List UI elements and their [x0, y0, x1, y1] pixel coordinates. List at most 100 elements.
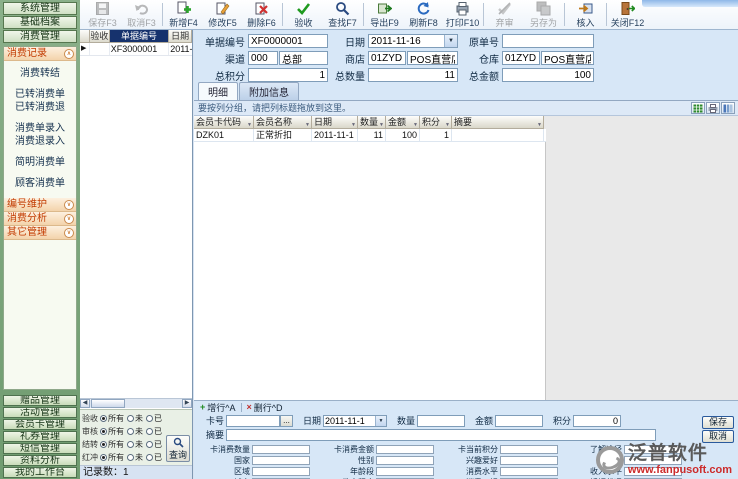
save-line-button[interactable]: 保存 — [702, 416, 734, 429]
radio-not-yet[interactable]: 未 — [127, 439, 144, 450]
print-grid-button[interactable] — [706, 102, 720, 114]
scroll-right-icon[interactable]: ▶ — [182, 399, 192, 408]
nav-item[interactable]: 消费转结 — [4, 67, 76, 80]
card-no-input[interactable] — [226, 415, 280, 427]
check-in-button[interactable]: 核入 — [566, 1, 605, 29]
refresh-button[interactable]: 刷新F8 — [404, 1, 443, 29]
tab-extra-info[interactable]: 附加信息 — [239, 82, 299, 100]
doc-no-input[interactable] — [248, 34, 328, 48]
chevron-down-icon[interactable]: ▼ — [375, 416, 386, 426]
nav-section-consume-records[interactable]: 消费记录 ∧ — [4, 47, 76, 61]
member-field-input[interactable] — [500, 467, 558, 476]
chevron-down-icon[interactable]: ▼ — [444, 35, 457, 47]
radio-done[interactable]: 已 — [146, 452, 163, 463]
radio-done[interactable]: 已 — [146, 413, 163, 424]
grid-settings-button[interactable] — [721, 102, 735, 114]
radio-done[interactable]: 已 — [146, 426, 163, 437]
date-combo[interactable]: ▼ — [368, 34, 458, 48]
member-field-input[interactable] — [500, 445, 558, 454]
delete-button[interactable]: 删除F6 — [242, 1, 281, 29]
save-as-button[interactable]: 另存为 — [524, 1, 563, 29]
delete-row-button[interactable]: × 删行^D — [245, 401, 285, 414]
export-button[interactable]: 导出F9 — [365, 1, 404, 29]
line-qty-input[interactable] — [417, 415, 465, 427]
browse-button[interactable]: ... — [280, 415, 293, 427]
print-button[interactable]: 打印F10 — [443, 1, 482, 29]
total-points-input[interactable] — [248, 68, 328, 82]
channel-code-input[interactable] — [248, 51, 278, 65]
radio-not-yet[interactable]: 未 — [127, 413, 144, 424]
nav-section-consume-analysis[interactable]: 消费分析 ∨ — [4, 212, 76, 226]
edit-button[interactable]: 修改F5 — [203, 1, 242, 29]
sidebar-item-voucher[interactable]: 礼券管理 — [3, 431, 77, 442]
nav-section-number-maintain[interactable]: 编号维护 ∨ — [4, 198, 76, 212]
column-header-accept[interactable]: 验收 — [90, 30, 110, 43]
expand-icon[interactable]: ∨ — [64, 228, 74, 238]
column-header-date[interactable]: 日期 — [169, 30, 192, 43]
nav-section-other-manage[interactable]: 其它管理 ∨ — [4, 226, 76, 240]
expand-icon[interactable]: ∨ — [64, 200, 74, 210]
radio-done[interactable]: 已 — [146, 439, 163, 450]
member-field-input[interactable] — [252, 445, 310, 454]
member-field-input[interactable] — [252, 456, 310, 465]
sidebar-item-sms[interactable]: 短信管理 — [3, 443, 77, 454]
filter-arrow-icon[interactable]: ▼ — [351, 119, 356, 129]
collapse-icon[interactable]: ∧ — [64, 49, 74, 59]
group-by-bar[interactable]: 要按列分组，请把列标题拖放到这里。 — [194, 101, 738, 116]
filter-arrow-icon[interactable]: ▼ — [537, 119, 542, 129]
query-button[interactable]: 查询 — [166, 435, 190, 462]
nav-item[interactable]: 已转消费退 — [4, 101, 76, 114]
cancel-line-button[interactable]: 取消 — [702, 430, 734, 443]
unapprove-button[interactable]: 弃审 — [485, 1, 524, 29]
line-date-combo[interactable]: ▼ — [323, 415, 387, 427]
accept-button[interactable]: 验收 — [284, 1, 323, 29]
member-field-input[interactable] — [376, 456, 434, 465]
radio-not-yet[interactable]: 未 — [127, 452, 144, 463]
sidebar-group-basic[interactable]: 基础档案 — [3, 16, 77, 29]
sidebar-item-gift[interactable]: 赠品管理 — [3, 395, 77, 406]
column-header[interactable]: 金额▼ — [386, 116, 420, 129]
sidebar-item-data-analysis[interactable]: 资料分析 — [3, 455, 77, 466]
filter-arrow-icon[interactable]: ▼ — [379, 119, 384, 129]
nav-item[interactable]: 简明消费单 — [4, 156, 76, 169]
member-field-input[interactable] — [252, 467, 310, 476]
sidebar-group-consume[interactable]: 消费管理 — [3, 30, 77, 43]
nav-item[interactable]: 已转消费单 — [4, 88, 76, 101]
store-code-input[interactable] — [368, 51, 406, 65]
new-button[interactable]: 新增F4 — [164, 1, 203, 29]
scrollbar-thumb[interactable] — [91, 399, 125, 408]
orig-no-input[interactable] — [502, 34, 594, 48]
total-qty-input[interactable] — [368, 68, 458, 82]
horizontal-scrollbar[interactable]: ◀ ▶ — [80, 398, 192, 408]
expand-icon[interactable]: ∨ — [64, 214, 74, 224]
store-name-input[interactable] — [407, 51, 458, 65]
nav-item[interactable]: 消费单录入 — [4, 122, 76, 135]
table-row[interactable]: DZK01 正常折扣 2011-11-1 11 100 1 — [194, 129, 546, 142]
warehouse-code-input[interactable] — [502, 51, 540, 65]
nav-item[interactable]: 消费退录入 — [4, 135, 76, 148]
column-header[interactable]: 摘要▼ — [452, 116, 544, 129]
radio-all[interactable]: 所有 — [100, 439, 125, 450]
filter-arrow-icon[interactable]: ▼ — [305, 119, 310, 129]
nav-item[interactable]: 顾客消费单 — [4, 177, 76, 190]
column-header[interactable]: 会员名称▼ — [254, 116, 312, 129]
radio-all[interactable]: 所有 — [100, 413, 125, 424]
table-row[interactable]: ▶ XF3000001 2011-11 — [80, 43, 192, 56]
channel-name-input[interactable] — [279, 51, 328, 65]
scroll-left-icon[interactable]: ◀ — [80, 399, 90, 408]
excel-export-button[interactable] — [691, 102, 705, 114]
column-header[interactable]: 会员卡代码▼ — [194, 116, 254, 129]
find-button[interactable]: 查找F7 — [323, 1, 362, 29]
memo-input[interactable] — [226, 429, 656, 441]
member-field-input[interactable] — [376, 445, 434, 454]
line-amount-input[interactable] — [495, 415, 543, 427]
date-input[interactable] — [369, 35, 444, 47]
column-header[interactable]: 数量▼ — [358, 116, 386, 129]
member-field-input[interactable] — [500, 456, 558, 465]
sidebar-group-system[interactable]: 系统管理 — [3, 2, 77, 15]
line-points-input[interactable] — [573, 415, 621, 427]
cancel-button[interactable]: 取消F3 — [122, 1, 161, 29]
total-amount-input[interactable] — [502, 68, 594, 82]
filter-arrow-icon[interactable]: ▼ — [247, 119, 252, 129]
add-row-button[interactable]: + 增行^A — [198, 401, 238, 414]
